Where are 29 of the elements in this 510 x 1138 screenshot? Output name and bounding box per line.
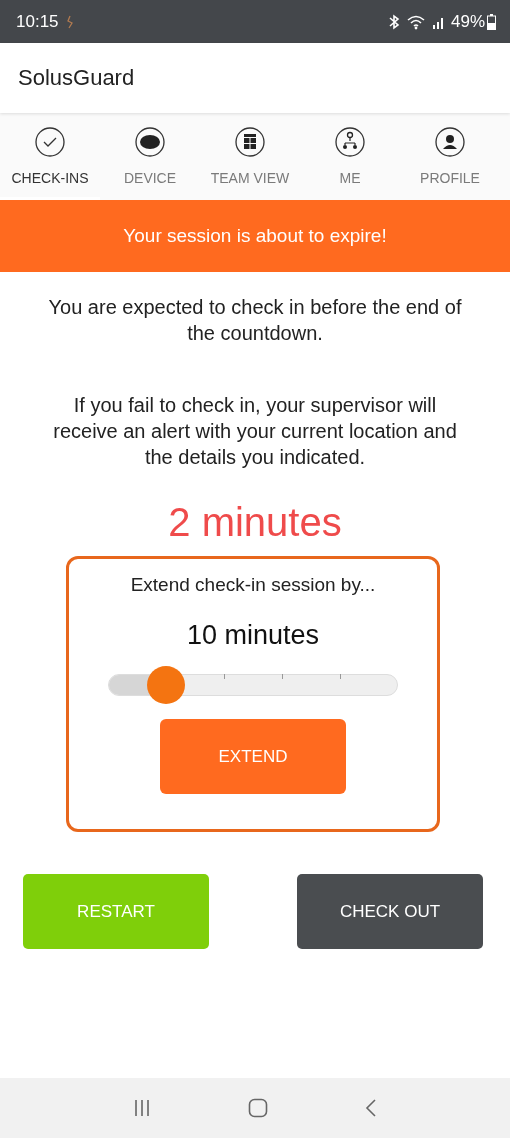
bluetooth-icon [387, 13, 400, 30]
battery-percent: 49% [450, 11, 485, 32]
wifi-icon [405, 13, 426, 30]
battery-icon [487, 13, 496, 30]
app-title: SolusGuard [18, 65, 135, 91]
session-warning-banner: Your session is about to expire! [0, 200, 510, 272]
device-icon [134, 126, 166, 158]
back-icon[interactable] [364, 1099, 377, 1117]
instruction-text: If you fail to check in, your supervisor will receive an alert with your current location and the details you indicated. [52, 393, 458, 470]
duration-slider[interactable] [108, 666, 398, 704]
nav-tab[interactable]: PROFILE [400, 113, 500, 200]
nav-tab[interactable]: ME [300, 113, 400, 200]
nav-tab[interactable]: DEVICE [100, 113, 200, 200]
check-out-button[interactable]: CHECK OUT [297, 874, 483, 949]
home-icon[interactable] [248, 1098, 268, 1118]
nav-tab[interactable]: TEAM VIEW [200, 113, 300, 200]
countdown-text: 2 minutes [167, 499, 343, 546]
activity-icon [64, 14, 75, 29]
person-icon [434, 126, 466, 158]
check-circle-icon [34, 126, 66, 158]
extend-duration: 10 minutes [186, 620, 320, 651]
slider-thumb[interactable] [147, 666, 185, 704]
team-icon [334, 126, 366, 158]
extend-prompt: Extend check-in session by... [130, 574, 376, 596]
instruction-text: You are expected to check in before the end of the countdown. [47, 295, 463, 346]
extend-button[interactable]: EXTEND [160, 719, 346, 794]
clock-time: 10:15 [16, 11, 59, 32]
grid-icon [234, 126, 266, 158]
recent-apps-icon[interactable] [133, 1099, 152, 1117]
